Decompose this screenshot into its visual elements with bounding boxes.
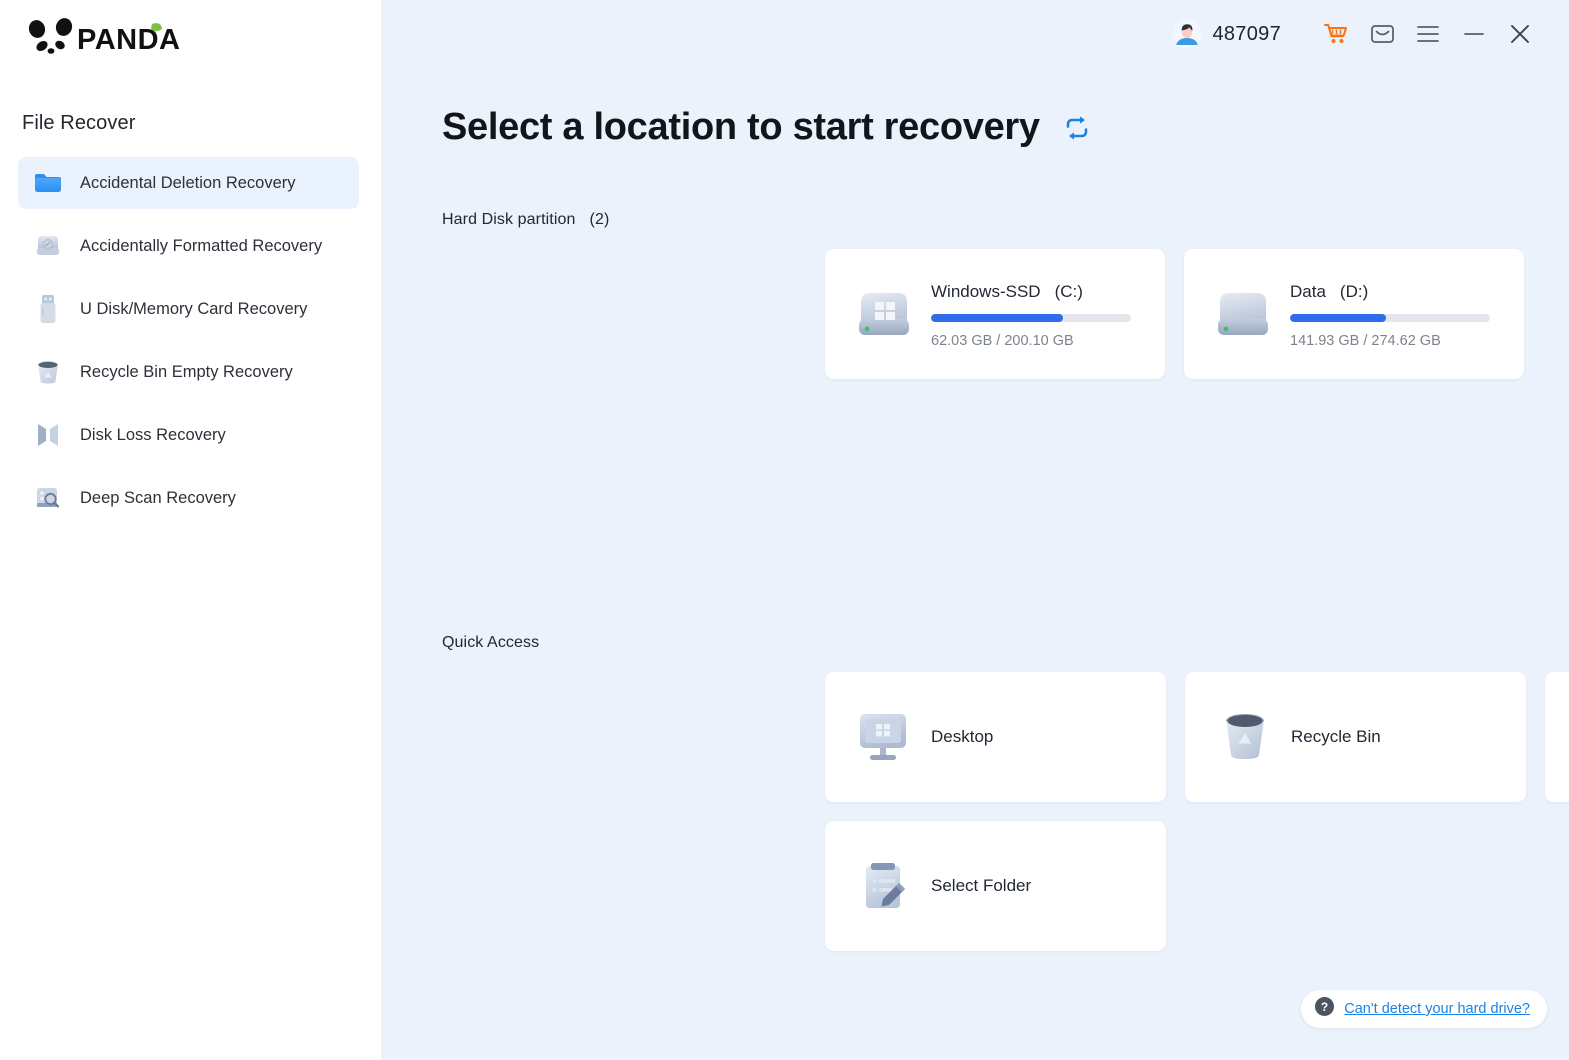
quick-access-label: Select Folder [931,876,1032,895]
help-link-text[interactable]: Can't detect your hard drive? [1344,1001,1530,1017]
partition-info: Data (D:) 141.93 GB / 274.62 GB [1290,280,1490,349]
svg-text:PANDA: PANDA [77,24,180,56]
window-titlebar: 487097 [1172,0,1569,68]
sidebar-item-deep-scan-recovery[interactable]: Deep Scan Recovery [18,472,359,524]
page-title: Select a location to start recovery [442,106,1040,148]
application-window: PANDA PANDA File Recover Accidental Dele… [0,0,1569,1060]
sidebar-item-label: Accidentally Formatted Recovery [80,236,323,255]
refresh-icon[interactable] [1062,113,1092,143]
sidebar-item-recycle-bin-empty-recovery[interactable]: Recycle Bin Empty Recovery [18,346,359,398]
partition-card-data[interactable]: Data (D:) 141.93 GB / 274.62 GB [1184,249,1524,379]
sidebar-item-label: Deep Scan Recovery [80,488,236,507]
main-content: 487097 Select a location to start recove… [381,0,1569,1060]
windows-disk-icon [853,286,915,342]
page-title-row: Select a location to start recovery [442,106,1092,149]
envelope-icon[interactable] [1359,11,1405,57]
folder-icon [32,167,64,199]
sidebar-item-disk-loss-recovery[interactable]: Disk Loss Recovery [18,409,359,461]
usage-progress-fill [931,313,1063,322]
deep-scan-icon [32,482,64,514]
hamburger-menu-icon[interactable] [1405,11,1451,57]
partition-info: Windows-SSD (C:) 62.03 GB / 200.10 GB [931,280,1131,349]
partition-letter: (C:) [1054,281,1083,301]
question-mark-icon: ? [1315,997,1335,1021]
panda-logo-icon: PANDA [28,18,180,56]
user-avatar[interactable] [1172,19,1203,49]
partition-name: Windows-SSD [931,281,1041,301]
quick-access-card-select-folder[interactable]: Select Folder [825,821,1166,951]
partition-count: (2) [589,211,610,228]
usb-drive-icon [32,293,64,325]
partition-size: 62.03 GB / 200.10 GB [931,332,1074,349]
usage-progress-bar [1290,313,1490,322]
hard-disk-partition-grid: Windows-SSD (C:) 62.03 GB / 200.10 GB Da… [825,249,1524,379]
brand-logo: PANDA PANDA [0,0,381,74]
quick-access-label: Desktop [931,727,994,746]
partition-size: 141.93 GB / 274.62 GB [1290,332,1441,349]
shopping-cart-icon[interactable] [1313,11,1359,57]
partition-card-windows-ssd[interactable]: Windows-SSD (C:) 62.03 GB / 200.10 GB [825,249,1165,379]
disk-loss-icon [32,419,64,451]
usage-progress-fill [1290,313,1386,322]
hard-disk-icon [32,230,64,262]
sidebar: PANDA PANDA File Recover Accidental Dele… [0,0,381,1060]
quick-access-section-label: Quick Access [442,634,540,651]
hard-disk-icon [1212,286,1274,342]
section-title: Hard Disk partition [442,211,576,228]
sidebar-item-u-disk-memory-card-recovery[interactable]: U Disk/Memory Card Recovery [18,283,359,335]
usage-progress-bar [931,313,1131,322]
user-id: 487097 [1212,22,1281,45]
quick-access-grid: Desktop Recycle Bin Select Folder [825,672,1569,951]
quick-access-card-recycle-bin[interactable]: Recycle Bin [1185,672,1526,802]
sidebar-item-label: U Disk/Memory Card Recovery [80,299,308,318]
help-detect-drive-button[interactable]: ? Can't detect your hard drive? [1301,990,1547,1028]
sidebar-item-accidentally-formatted-recovery[interactable]: Accidentally Formatted Recovery [18,220,359,272]
svg-text:?: ? [1321,1000,1328,1014]
minimize-icon[interactable] [1451,11,1497,57]
sidebar-title: File Recover [22,112,136,134]
quick-access-card-desktop[interactable]: Desktop [825,672,1166,802]
partition-name-row: Windows-SSD (C:) [931,282,1131,302]
sidebar-item-label: Accidental Deletion Recovery [80,173,296,192]
partition-name-row: Data (D:) [1290,282,1490,302]
sidebar-item-accidental-deletion-recovery[interactable]: Accidental Deletion Recovery [18,157,359,209]
desktop-monitor-icon [855,710,915,764]
sidebar-nav: Accidental Deletion Recovery Accidentall… [0,157,381,524]
recycle-bin-icon [1215,710,1275,764]
partition-letter: (D:) [1339,281,1369,301]
recycle-bin-icon [32,356,64,388]
close-icon[interactable] [1497,11,1543,57]
select-folder-icon [855,859,915,913]
sidebar-item-label: Recycle Bin Empty Recovery [80,362,293,381]
quick-access-card-my-document[interactable]: My Document [1545,672,1569,802]
hard-disk-section-label: Hard Disk partition (2) [442,211,609,229]
sidebar-item-label: Disk Loss Recovery [80,425,226,444]
partition-name: Data [1290,281,1326,301]
quick-access-label: Recycle Bin [1291,727,1381,746]
